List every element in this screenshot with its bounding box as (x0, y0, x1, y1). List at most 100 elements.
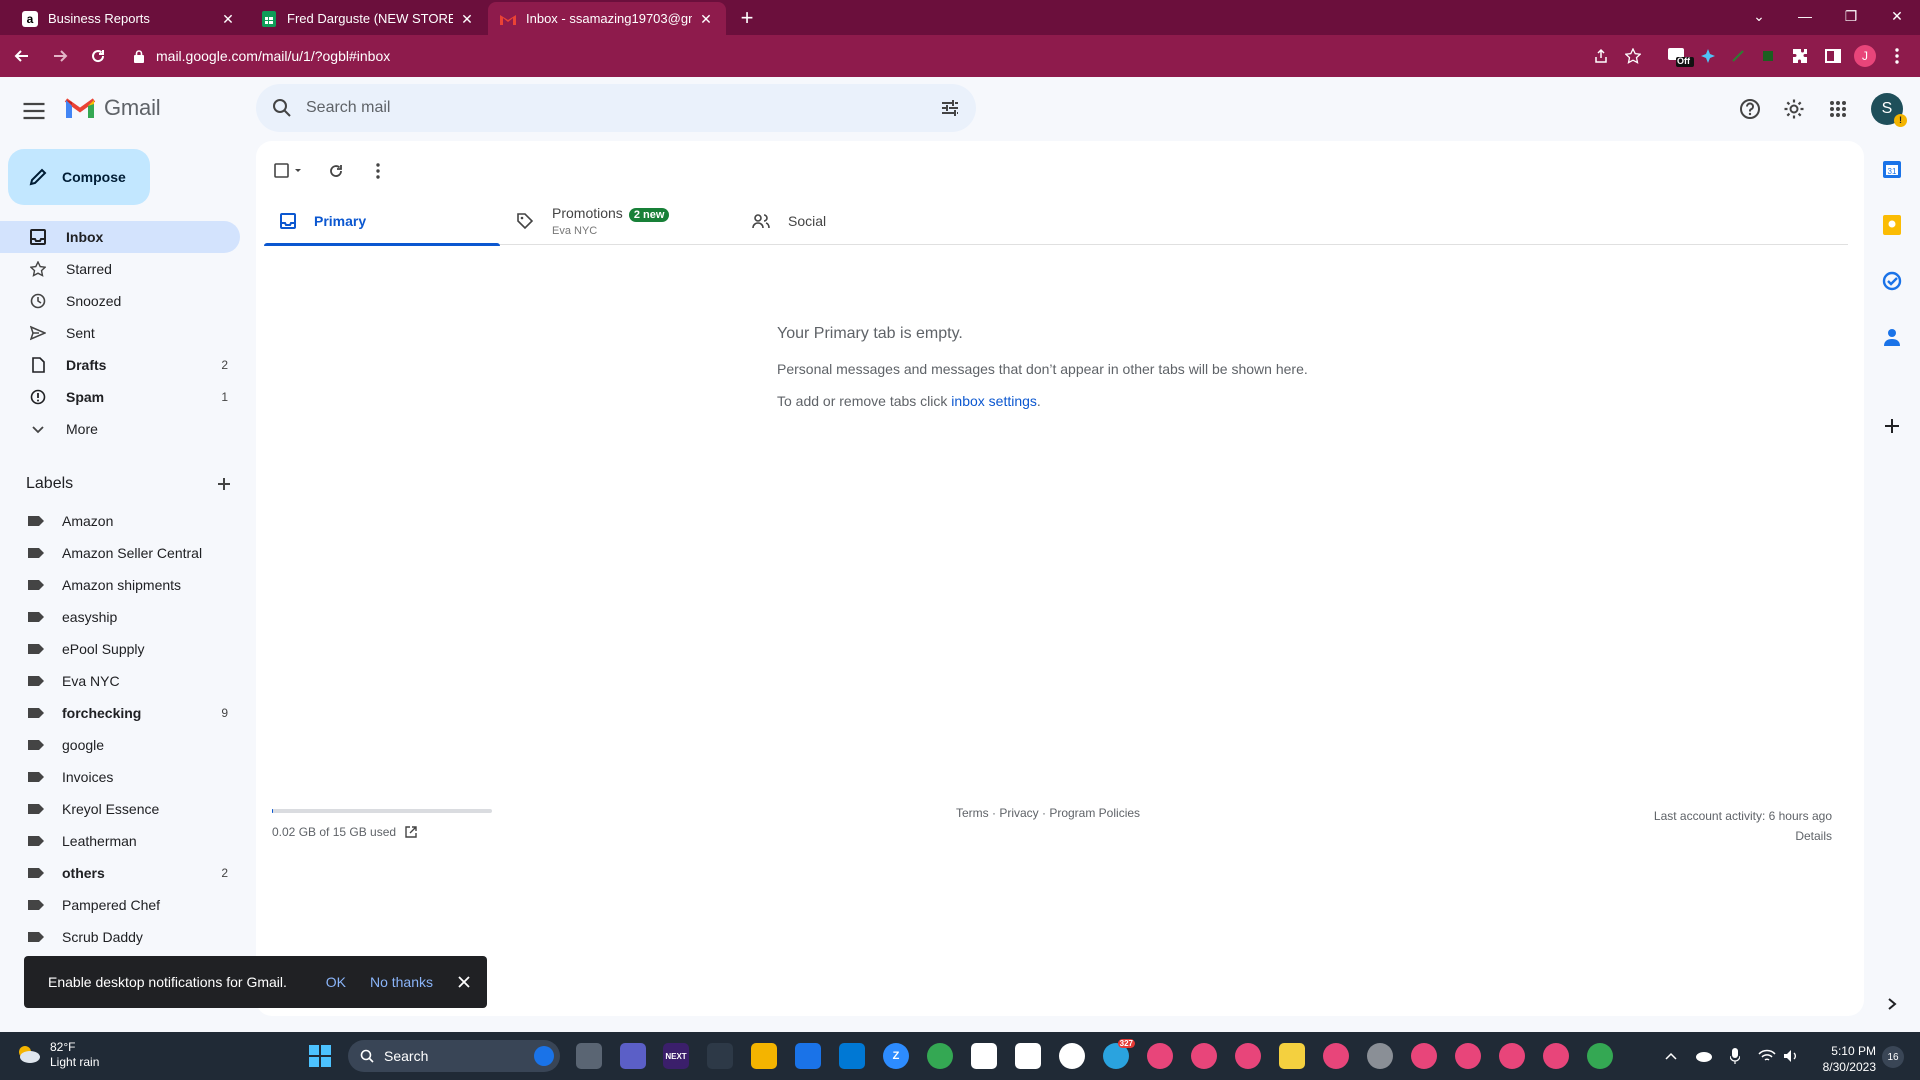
calculator-icon[interactable] (839, 1043, 865, 1069)
account-avatar[interactable]: S ! (1871, 93, 1907, 127)
google-apps-grid-icon[interactable] (1824, 95, 1852, 123)
help-icon[interactable] (1736, 95, 1764, 123)
compose-button[interactable]: Compose (8, 149, 150, 205)
chevron-up-icon[interactable] (1661, 1046, 1681, 1066)
open-external-icon[interactable] (396, 825, 418, 839)
label-item[interactable]: Amazon (0, 505, 240, 537)
chrome-profile-icon[interactable] (1323, 1043, 1349, 1069)
side-panel-icon[interactable] (1822, 45, 1844, 67)
snackbar-ok-button[interactable]: OK (326, 974, 346, 990)
create-label-icon[interactable] (212, 472, 236, 496)
browser-tab-business-reports[interactable]: a Business Reports ✕ (10, 2, 248, 35)
tasks-icon[interactable] (1878, 267, 1906, 295)
search-options-icon[interactable] (940, 98, 960, 118)
label-item[interactable]: easyship (0, 601, 240, 633)
tab-social[interactable]: Social (736, 197, 972, 245)
onedrive-cloud-icon[interactable] (1693, 1046, 1713, 1066)
nav-item-sent[interactable]: Sent (0, 317, 240, 349)
teams-icon[interactable] (620, 1043, 646, 1069)
calendar-icon[interactable]: 31 (1878, 155, 1906, 183)
task-view-icon[interactable] (576, 1043, 602, 1069)
label-item[interactable]: forchecking 9 (0, 697, 240, 729)
refresh-icon[interactable] (322, 157, 350, 185)
label-item[interactable]: google (0, 729, 240, 761)
chrome-profile-icon[interactable] (1147, 1043, 1173, 1069)
nav-item-starred[interactable]: Starred (0, 253, 240, 285)
nav-item-spam[interactable]: Spam 1 (0, 381, 240, 413)
calendar-app-icon[interactable] (795, 1043, 821, 1069)
chrome-profile-icon[interactable] (1543, 1043, 1569, 1069)
label-item[interactable]: Pampered Chef (0, 889, 240, 921)
chrome-icon[interactable] (927, 1043, 953, 1069)
nav-item-inbox[interactable]: Inbox (0, 221, 240, 253)
more-actions-icon[interactable] (364, 157, 392, 185)
inbox-settings-link[interactable]: inbox settings (951, 393, 1037, 409)
close-tab-icon[interactable]: ✕ (459, 11, 475, 27)
stocks-app-icon[interactable] (971, 1043, 997, 1069)
taskbar-search[interactable]: Search (348, 1040, 560, 1072)
extension-arrow-icon[interactable] (1727, 45, 1749, 67)
address-bar[interactable]: mail.google.com/mail/u/1/?ogbl#inbox (126, 41, 1576, 71)
reload-button[interactable] (82, 40, 114, 72)
system-clock[interactable]: 5:10 PM 8/30/2023 (1810, 1043, 1876, 1075)
tab-promotions[interactable]: Promotions 2 new Eva NYC (500, 197, 736, 245)
bookmark-star-icon[interactable] (1622, 45, 1644, 67)
browser-tab-sheet[interactable]: Fred Darguste (NEW STORE) Tea ✕ (249, 2, 487, 35)
search-icon[interactable] (272, 98, 292, 118)
notification-center-badge[interactable]: 16 (1882, 1046, 1904, 1068)
search-bar[interactable]: Search mail (256, 84, 976, 132)
chrome-profile-icon[interactable] (1455, 1043, 1481, 1069)
select-all-checkbox[interactable] (272, 157, 308, 185)
close-window-button[interactable]: ✕ (1874, 0, 1920, 32)
label-item[interactable]: Scrub Daddy (0, 921, 240, 953)
volume-icon[interactable] (1781, 1046, 1801, 1066)
tab-search-icon[interactable]: ⌄ (1736, 0, 1782, 32)
label-item[interactable]: Eva NYC (0, 665, 240, 697)
extension-off-icon[interactable]: Off (1665, 45, 1695, 67)
label-item[interactable]: Amazon shipments (0, 569, 240, 601)
zoom-icon[interactable]: Z (883, 1043, 909, 1069)
chrome-profile-icon[interactable] (1367, 1043, 1393, 1069)
contacts-icon[interactable] (1878, 323, 1906, 351)
weather-widget[interactable]: 82°F Light rain (16, 1040, 99, 1070)
stocks-app-2-icon[interactable] (1015, 1043, 1041, 1069)
share-icon[interactable] (1590, 45, 1612, 67)
close-tab-icon[interactable]: ✕ (220, 11, 236, 27)
label-item[interactable]: Amazon Seller Central (0, 537, 240, 569)
keep-icon[interactable] (1878, 211, 1906, 239)
footer-links[interactable]: Terms · Privacy · Program Policies (956, 806, 1140, 820)
restore-button[interactable]: ❐ (1828, 0, 1874, 32)
label-item[interactable]: Invoices (0, 761, 240, 793)
file-explorer-icon[interactable] (751, 1043, 777, 1069)
sticky-notes-icon[interactable] (1279, 1043, 1305, 1069)
label-item[interactable]: others 2 (0, 857, 240, 889)
snackbar-no-thanks-button[interactable]: No thanks (370, 974, 433, 990)
nav-item-snoozed[interactable]: Snoozed (0, 285, 240, 317)
nav-item-drafts[interactable]: Drafts 2 (0, 349, 240, 381)
microphone-icon[interactable] (1725, 1046, 1745, 1066)
chrome-profile-icon[interactable] (1191, 1043, 1217, 1069)
minimize-button[interactable]: — (1782, 0, 1828, 32)
tab-primary[interactable]: Primary (264, 197, 500, 246)
profile-avatar[interactable]: J (1854, 45, 1876, 67)
activity-details-link[interactable]: Details (1654, 826, 1832, 846)
slack-icon[interactable] (1059, 1043, 1085, 1069)
label-item[interactable]: Kreyol Essence (0, 793, 240, 825)
extensions-puzzle-icon[interactable] (1789, 45, 1811, 67)
photos-icon[interactable] (707, 1043, 733, 1069)
back-button[interactable] (6, 40, 38, 72)
chrome-profile-icon[interactable] (1235, 1043, 1261, 1069)
chrome-profile-icon[interactable] (1587, 1043, 1613, 1069)
nav-item-more[interactable]: More (0, 413, 240, 445)
extension-puzzle-blue-icon[interactable] (1697, 45, 1719, 67)
browser-menu-icon[interactable] (1886, 45, 1908, 67)
chrome-profile-icon[interactable] (1411, 1043, 1437, 1069)
browser-tab-inbox[interactable]: Inbox - ssamazing19703@gmail. ✕ (488, 2, 726, 35)
main-menu-button[interactable] (20, 97, 52, 125)
close-tab-icon[interactable]: ✕ (698, 11, 714, 27)
telegram-icon[interactable]: 327 (1103, 1039, 1135, 1069)
gmail-logo[interactable]: Gmail (64, 95, 161, 121)
chrome-profile-icon[interactable] (1499, 1043, 1525, 1069)
close-icon[interactable] (457, 975, 471, 989)
search-input[interactable]: Search mail (306, 99, 940, 117)
